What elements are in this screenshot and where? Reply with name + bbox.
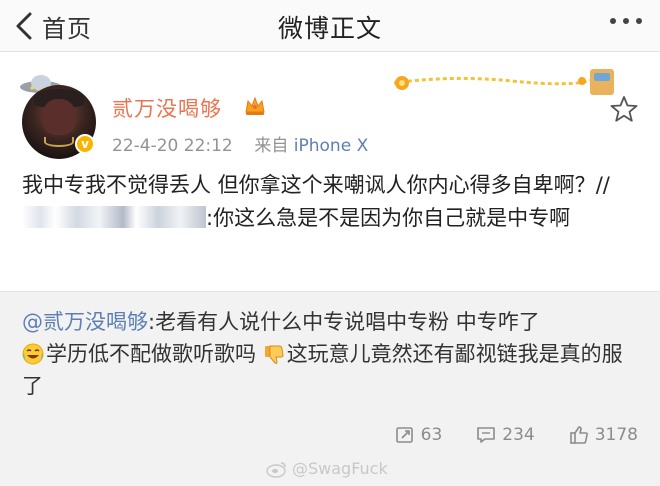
- redacted-username: [22, 206, 206, 228]
- comment-count: 234: [502, 425, 535, 445]
- nav-bar: 首页 微博正文: [0, 0, 660, 52]
- repost-count: 63: [420, 425, 443, 445]
- post-meta: 22-4-20 22:12 来自 iPhone X: [112, 131, 368, 156]
- post-content: 我中专我不觉得丢人 但你拿这个来嘲讽人你内心得多自卑啊？// :你这么急是不是因为…: [22, 169, 642, 235]
- weibo-logo-icon: [266, 461, 286, 478]
- username[interactable]: 贰万没喝够: [112, 93, 222, 123]
- laugh-cry-emoji-icon: [22, 343, 44, 365]
- repost-text-part1: :老看有人说什么中专说唱中专粉 中专咋了: [148, 310, 540, 334]
- vip-crown-icon: [245, 96, 265, 115]
- decorative-card-icon: [393, 69, 614, 95]
- action-bar: 63 234 3178: [395, 425, 638, 445]
- repost-mention[interactable]: @贰万没喝够: [22, 310, 148, 334]
- comment-count-button[interactable]: 234: [476, 425, 535, 445]
- favorite-star-icon[interactable]: [610, 95, 638, 123]
- repost-content: @贰万没喝够:老看有人说什么中专说唱中专粉 中专咋了 学历低不配做歌听歌吗 这玩…: [22, 306, 638, 402]
- like-count-button[interactable]: 3178: [569, 425, 638, 445]
- post-time: 22-4-20 22:12: [112, 136, 233, 156]
- post-source[interactable]: iPhone X: [294, 136, 368, 156]
- watermark-text: @SwagFuck: [292, 459, 388, 478]
- repost-text-part2: 学历低不配做歌听歌吗: [46, 342, 256, 366]
- post-text-part1: 我中专我不觉得丢人 但你拿这个来嘲讽人你内心得多自卑啊？: [22, 173, 596, 197]
- repost-card[interactable]: @贰万没喝够:老看有人说什么中专说唱中专粉 中专咋了 学历低不配做歌听歌吗 这玩…: [0, 291, 660, 486]
- source-prefix: 来自: [254, 136, 289, 156]
- verified-badge-icon: v: [75, 134, 95, 154]
- thumbs-down-emoji-icon: [264, 345, 284, 364]
- page-title: 微博正文: [277, 14, 382, 43]
- watermark: @SwagFuck: [266, 459, 388, 478]
- repost-count-button[interactable]: 63: [395, 425, 443, 445]
- comment-icon: [477, 427, 496, 443]
- post-text-part3: :你这么急是不是因为你自己就是中专啊: [206, 206, 571, 230]
- thumbs-up-icon: [569, 426, 588, 444]
- post-text-repost-sep: //: [595, 173, 610, 197]
- like-count: 3178: [594, 425, 638, 445]
- weibo-post: v 贰万没喝够 22-4-20 22:12 来自 iPhone X 我中专我不觉…: [0, 53, 660, 291]
- more-icon[interactable]: [610, 18, 642, 24]
- repost-icon: [395, 427, 413, 443]
